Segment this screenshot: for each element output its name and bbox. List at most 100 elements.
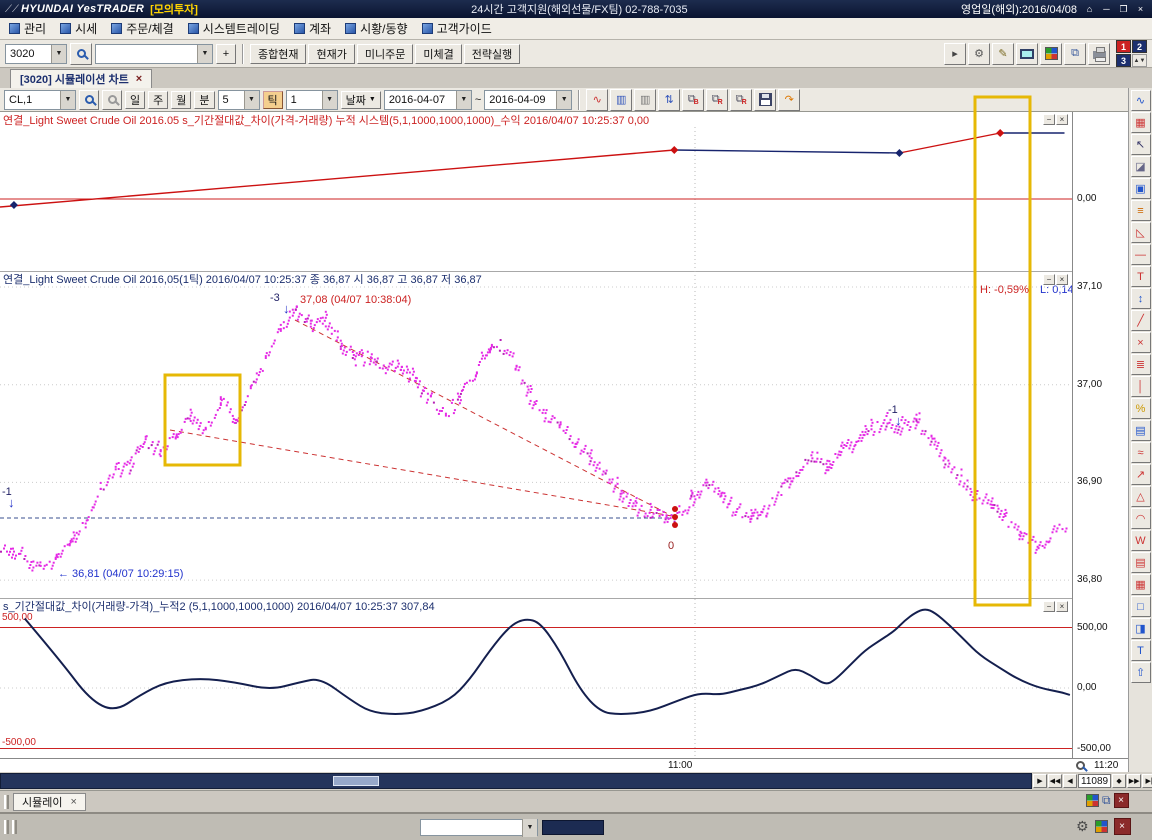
quick-button-4[interactable]: 전략실행 (464, 44, 520, 64)
bottom-tab-simulation[interactable]: 시뮬레이 × (13, 793, 86, 811)
chevron-down-icon[interactable]: ▼ (51, 45, 66, 63)
zigzag-tool-icon[interactable]: W (1131, 530, 1151, 551)
menu-item-1[interactable]: 시세 (55, 18, 106, 39)
note-tool-icon[interactable]: T (1131, 640, 1151, 661)
export-button[interactable]: ↷ (778, 89, 800, 111)
date-from-combo[interactable]: 2016-04-07 ▼ (384, 90, 472, 110)
expand-arrow-button[interactable]: ▸ (944, 43, 966, 65)
workspace-button-3[interactable]: 3 (1116, 54, 1131, 67)
quick-button-0[interactable]: 종합현재 (250, 44, 306, 64)
chart-plot-area[interactable]: 연결_Light Sweet Crude Oil 2016.05 s_기간절대값… (0, 112, 1072, 758)
symbol-search-button[interactable] (79, 90, 99, 110)
chevron-down-icon[interactable]: ▼ (322, 91, 337, 109)
layout-grid-icon[interactable] (1095, 820, 1108, 833)
quick-button-3[interactable]: 미체결 (415, 44, 461, 64)
zigzag-indicator-button[interactable]: ∿ (586, 89, 608, 111)
monitor-button[interactable] (1016, 43, 1038, 65)
rect-tool-icon[interactable]: □ (1131, 596, 1151, 617)
zoom-icon[interactable] (1076, 761, 1085, 773)
chevron-down-icon[interactable]: ▼ (244, 91, 259, 109)
diamond-icon[interactable]: ◆ (1112, 774, 1126, 788)
fast-forward-icon[interactable]: ▶▶ (1127, 774, 1141, 788)
triangle-tool-icon[interactable]: △ (1131, 486, 1151, 507)
minimize-icon[interactable]: ─ (1100, 3, 1113, 16)
close-icon[interactable]: × (1114, 793, 1129, 808)
skip-to-end-icon[interactable]: ▶| (1142, 774, 1152, 788)
panel-minimize-button[interactable]: − (1043, 114, 1055, 125)
color-grid-button[interactable] (1040, 43, 1062, 65)
updown-arrow-icon[interactable]: ↕ (1131, 288, 1151, 309)
cross-tool-icon[interactable]: × (1131, 332, 1151, 353)
dual-screen-button[interactable]: ⧉ (1064, 43, 1086, 65)
step-forward-icon[interactable]: ▶ (1033, 774, 1047, 788)
period-week-button[interactable]: 주 (148, 91, 168, 109)
panel-minimize-button[interactable]: − (1043, 601, 1055, 612)
half-rect-tool-icon[interactable]: ◨ (1131, 618, 1151, 639)
layout-grid-icon[interactable] (1086, 794, 1099, 807)
close-icon[interactable]: × (136, 73, 142, 85)
settings-gear-button[interactable]: ⚙ (968, 43, 990, 65)
drag-handle[interactable] (4, 795, 9, 809)
panel-minimize-button[interactable]: − (1043, 274, 1055, 285)
period-month-button[interactable]: 월 (171, 91, 191, 109)
tab-simulation-chart[interactable]: [3020] 시뮬레이션 차트 × (10, 69, 152, 88)
step-backward-icon[interactable]: ◀ (1063, 774, 1077, 788)
menu-item-2[interactable]: 주문/체결 (106, 18, 183, 39)
home-icon[interactable]: ⌂ (1083, 3, 1096, 16)
copy-image-button[interactable]: ⧉R (706, 89, 728, 111)
screen-name-combo[interactable]: ▼ (95, 44, 213, 64)
status-combo[interactable]: ▼ (420, 819, 538, 836)
chevron-down-icon[interactable]: ▼ (60, 91, 75, 109)
symbol-combo[interactable]: CL,1 ▼ (4, 90, 76, 110)
workspace-button-1[interactable]: 1 (1116, 40, 1131, 53)
workspace-button-2[interactable]: 2 (1132, 40, 1147, 53)
eraser-icon[interactable]: ◪ (1131, 156, 1151, 177)
close-icon[interactable]: × (1134, 3, 1147, 16)
chevron-down-icon[interactable]: ▼ (522, 819, 537, 837)
tick-combo[interactable]: 1 ▼ (286, 90, 338, 110)
fibonacci-icon[interactable]: ▤ (1131, 420, 1151, 441)
chevron-down-icon[interactable]: ▼ (556, 91, 571, 109)
arrow-line-icon[interactable]: ↗ (1131, 464, 1151, 485)
drag-handle[interactable] (4, 820, 9, 834)
histogram-button[interactable]: ▥ (634, 89, 656, 111)
new-window-icon[interactable]: ⧉ (1102, 793, 1111, 808)
menu-item-3[interactable]: 시스템트레이딩 (183, 18, 289, 39)
list-settings-icon[interactable]: ≡ (1131, 200, 1151, 221)
panel-close-button[interactable]: × (1056, 601, 1068, 612)
wave-tool-icon[interactable]: ≈ (1131, 442, 1151, 463)
copy-chart-button[interactable]: ⧉B (682, 89, 704, 111)
drag-handle[interactable] (12, 820, 17, 834)
vertical-line-icon[interactable]: │ (1131, 376, 1151, 397)
maximize-icon[interactable]: ❐ (1117, 3, 1130, 16)
multi-line-icon[interactable]: ≣ (1131, 354, 1151, 375)
fast-backward-icon[interactable]: ◀◀ (1048, 774, 1062, 788)
trendline-icon[interactable]: ╱ (1131, 310, 1151, 331)
period-tick-button[interactable]: 틱 (263, 91, 283, 109)
quick-button-1[interactable]: 현재가 (308, 44, 354, 64)
channel-tool-icon[interactable]: ▤ (1131, 552, 1151, 573)
workspace-arrows[interactable]: ▲▼ (1132, 54, 1147, 67)
zoom-out-button[interactable] (102, 90, 122, 110)
panel-close-button[interactable]: × (1056, 274, 1068, 285)
edit-settings-button[interactable]: ✎ (992, 43, 1014, 65)
close-icon[interactable]: × (70, 796, 76, 808)
minute-combo[interactable]: 5 ▼ (218, 90, 260, 110)
scrollbar-thumb[interactable] (333, 776, 379, 786)
menu-item-6[interactable]: 고객가이드 (417, 18, 501, 39)
search-button[interactable] (70, 43, 92, 65)
cursor-icon[interactable]: ↖ (1131, 134, 1151, 155)
menu-item-4[interactable]: 계좌 (289, 18, 340, 39)
percent-tool-icon[interactable]: % (1131, 398, 1151, 419)
menu-item-0[interactable]: 관리 (4, 18, 55, 39)
date-to-combo[interactable]: 2016-04-09 ▼ (484, 90, 572, 110)
add-screen-button[interactable]: + (216, 44, 236, 64)
swap-scale-button[interactable]: ⇅ (658, 89, 680, 111)
horizontal-line-icon[interactable]: — (1131, 244, 1151, 265)
arc-tool-icon[interactable]: ◠ (1131, 508, 1151, 529)
period-day-button[interactable]: 일 (125, 91, 145, 109)
grid-tool-icon[interactable]: ▦ (1131, 574, 1151, 595)
date-button[interactable]: 날짜▼ (341, 91, 381, 109)
quick-button-2[interactable]: 미니주문 (357, 44, 413, 64)
angle-tool-icon[interactable]: ◺ (1131, 222, 1151, 243)
